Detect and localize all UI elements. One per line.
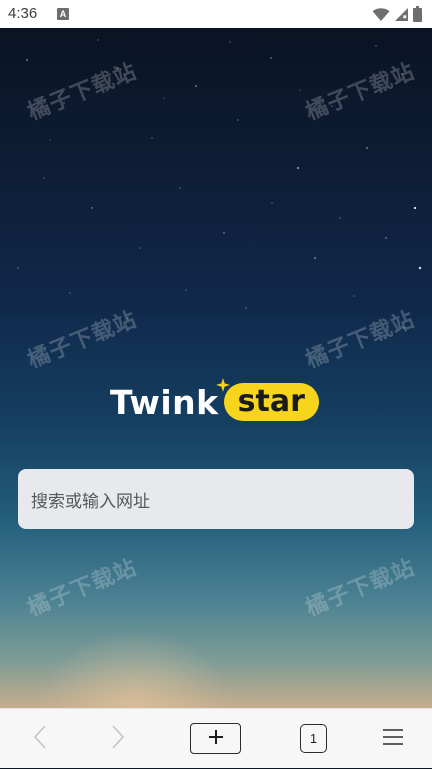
sparkle-icon: [215, 377, 230, 396]
chevron-right-icon: [111, 724, 125, 754]
notification-a-icon: A: [57, 8, 69, 20]
tabs-button[interactable]: 1: [300, 724, 327, 753]
status-time: 4:36: [8, 5, 38, 22]
chevron-left-icon: [33, 724, 47, 754]
forward-button[interactable]: [100, 709, 136, 769]
tab-count: 1: [309, 731, 318, 746]
logo-star-pill: star: [215, 378, 319, 421]
plus-icon: [208, 729, 224, 749]
search-placeholder: 搜索或输入网址: [31, 491, 150, 512]
back-button[interactable]: [22, 709, 58, 769]
bottom-toolbar: 1: [0, 708, 432, 768]
battery-icon: [413, 6, 422, 26]
menu-button[interactable]: [378, 709, 408, 769]
new-tab-button[interactable]: [190, 723, 241, 754]
signal-icon: [394, 7, 409, 26]
wifi-icon: [372, 7, 390, 26]
hamburger-menu-icon: [382, 728, 404, 750]
search-input[interactable]: 搜索或输入网址: [18, 469, 414, 529]
logo-word-star: star: [237, 384, 305, 419]
logo-word-twink: Twink: [110, 382, 219, 422]
status-icons: [372, 6, 422, 26]
twinkstar-logo: Twink star: [110, 378, 319, 422]
status-bar: 4:36 A: [0, 0, 432, 28]
